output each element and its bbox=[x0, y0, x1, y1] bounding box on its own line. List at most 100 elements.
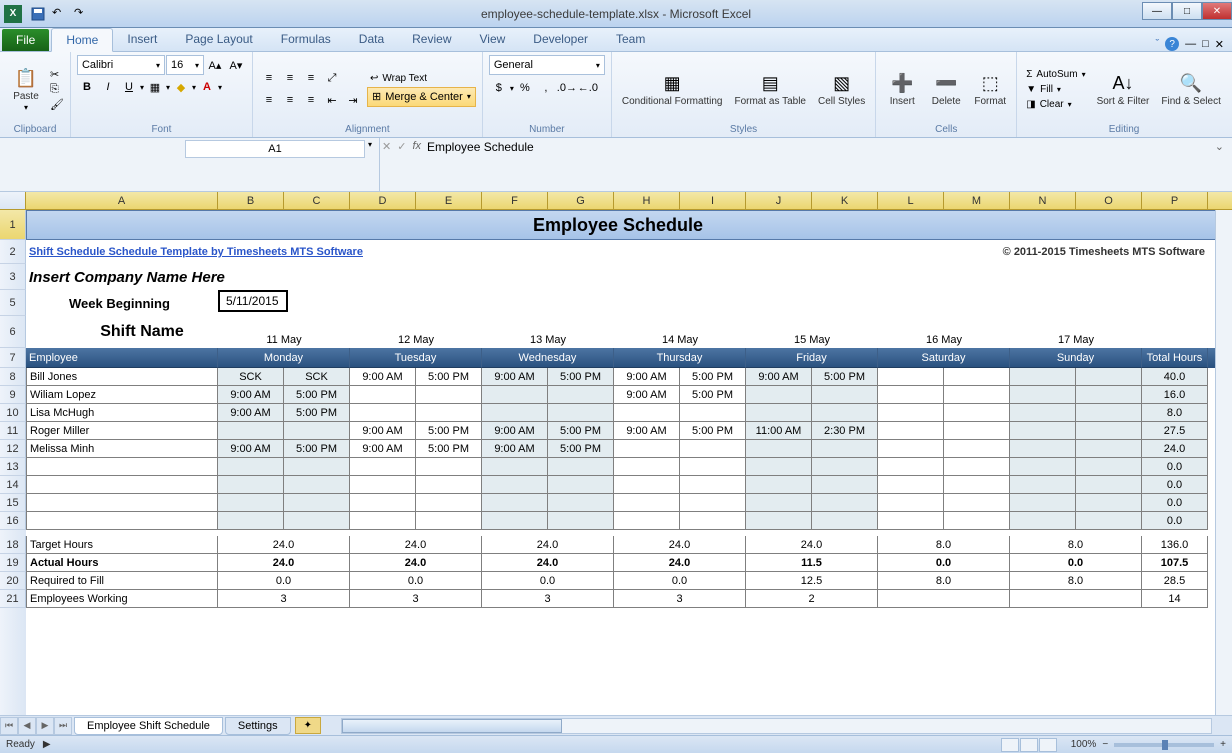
cell[interactable] bbox=[944, 422, 1010, 440]
format-cells-button[interactable]: ⬚Format bbox=[970, 56, 1010, 122]
cell[interactable] bbox=[218, 476, 284, 494]
cell[interactable]: Lisa McHugh bbox=[26, 404, 218, 422]
cell[interactable] bbox=[1076, 386, 1142, 404]
cell[interactable]: Bill Jones bbox=[26, 368, 218, 386]
cell[interactable] bbox=[416, 494, 482, 512]
cell[interactable]: 2:30 PM bbox=[812, 422, 878, 440]
select-all-button[interactable] bbox=[0, 192, 26, 209]
delete-cells-button[interactable]: ➖Delete bbox=[926, 56, 966, 122]
zoom-level[interactable]: 100% bbox=[1071, 739, 1097, 750]
cell[interactable]: 9:00 AM bbox=[614, 386, 680, 404]
bold-button[interactable]: B bbox=[77, 77, 97, 97]
percent-icon[interactable]: % bbox=[515, 78, 535, 98]
grow-font-icon[interactable]: A▴ bbox=[205, 55, 225, 75]
cell[interactable]: 5:00 PM bbox=[548, 440, 614, 458]
col-header-L[interactable]: L bbox=[878, 192, 944, 209]
cell[interactable] bbox=[614, 404, 680, 422]
cell[interactable]: SCK bbox=[218, 368, 284, 386]
cell[interactable] bbox=[350, 386, 416, 404]
cell[interactable]: 5:00 PM bbox=[548, 422, 614, 440]
sort-filter-button[interactable]: A↓Sort & Filter bbox=[1093, 56, 1154, 122]
row-header-21[interactable]: 21 bbox=[0, 590, 26, 608]
col-header-D[interactable]: D bbox=[350, 192, 416, 209]
cell[interactable]: 0.0 bbox=[350, 572, 482, 590]
cell[interactable]: 9:00 AM bbox=[614, 422, 680, 440]
cell[interactable]: 40.0 bbox=[1142, 368, 1208, 386]
cell[interactable] bbox=[944, 404, 1010, 422]
cell[interactable] bbox=[746, 512, 812, 530]
template-link[interactable]: Shift Schedule Schedule Template by Time… bbox=[29, 246, 363, 258]
cell[interactable]: Thursday bbox=[614, 348, 746, 368]
cell[interactable]: 3 bbox=[350, 590, 482, 608]
cell[interactable] bbox=[944, 494, 1010, 512]
row-header-7[interactable]: 7 bbox=[0, 348, 26, 368]
cell[interactable] bbox=[1076, 458, 1142, 476]
cell[interactable] bbox=[878, 494, 944, 512]
cell[interactable]: 14 May bbox=[614, 316, 746, 348]
decrease-decimal-icon[interactable]: ←.0 bbox=[578, 78, 598, 98]
row-header-10[interactable]: 10 bbox=[0, 404, 26, 422]
cell[interactable] bbox=[482, 386, 548, 404]
cell[interactable] bbox=[1010, 590, 1142, 608]
cell[interactable] bbox=[746, 440, 812, 458]
cell[interactable] bbox=[746, 476, 812, 494]
cell[interactable] bbox=[812, 512, 878, 530]
cell[interactable]: 8.0 bbox=[1010, 572, 1142, 590]
maximize-button[interactable]: □ bbox=[1172, 2, 1202, 20]
cell[interactable]: 9:00 AM bbox=[614, 368, 680, 386]
cell[interactable]: 12 May bbox=[350, 316, 482, 348]
cell[interactable] bbox=[680, 404, 746, 422]
cell[interactable] bbox=[350, 404, 416, 422]
cell[interactable]: Roger Miller bbox=[26, 422, 218, 440]
cell[interactable] bbox=[878, 458, 944, 476]
clear-button[interactable]: ◨Clear▾ bbox=[1023, 98, 1088, 111]
cell[interactable]: Shift Name bbox=[26, 316, 218, 348]
cell[interactable] bbox=[746, 494, 812, 512]
cell[interactable] bbox=[218, 512, 284, 530]
cell[interactable] bbox=[878, 440, 944, 458]
cell[interactable] bbox=[680, 512, 746, 530]
cell[interactable]: 24.0 bbox=[746, 536, 878, 554]
enter-formula-icon[interactable]: ✓ bbox=[397, 140, 406, 153]
macro-icon[interactable]: ▶ bbox=[43, 739, 51, 750]
cell[interactable] bbox=[1142, 316, 1208, 348]
col-header-E[interactable]: E bbox=[416, 192, 482, 209]
cell[interactable] bbox=[878, 386, 944, 404]
cell[interactable] bbox=[680, 494, 746, 512]
prev-sheet-icon[interactable]: ◀ bbox=[18, 717, 36, 735]
row-header-11[interactable]: 11 bbox=[0, 422, 26, 440]
row-header-2[interactable]: 2 bbox=[0, 240, 26, 264]
cell[interactable]: 3 bbox=[614, 590, 746, 608]
cell[interactable]: 24.0 bbox=[218, 554, 350, 572]
cell[interactable]: Week Beginning bbox=[66, 290, 218, 316]
cell[interactable] bbox=[1076, 512, 1142, 530]
cell[interactable]: 9:00 AM bbox=[746, 368, 812, 386]
cell[interactable]: 16 May bbox=[878, 316, 1010, 348]
cell[interactable]: 9:00 AM bbox=[482, 368, 548, 386]
cell[interactable]: 9:00 AM bbox=[350, 440, 416, 458]
cell[interactable] bbox=[878, 590, 1010, 608]
cell[interactable]: 0.0 bbox=[1142, 512, 1208, 530]
font-name-select[interactable]: Calibri▾ bbox=[77, 55, 165, 75]
cell[interactable]: Insert Company Name Here bbox=[26, 264, 1208, 290]
cell[interactable] bbox=[26, 290, 66, 316]
cell[interactable] bbox=[284, 494, 350, 512]
row-header-8[interactable]: 8 bbox=[0, 368, 26, 386]
cell[interactable] bbox=[746, 404, 812, 422]
normal-view-icon[interactable] bbox=[1001, 738, 1019, 752]
cell[interactable] bbox=[1010, 494, 1076, 512]
cell[interactable] bbox=[878, 512, 944, 530]
align-top-icon[interactable]: ≡ bbox=[259, 68, 279, 88]
window-close-icon[interactable]: ✕ bbox=[1215, 38, 1224, 51]
cell[interactable]: SCK bbox=[284, 368, 350, 386]
cell[interactable] bbox=[218, 422, 284, 440]
cell[interactable]: Sunday bbox=[1010, 348, 1142, 368]
cell[interactable]: 0.0 bbox=[1142, 494, 1208, 512]
cell[interactable] bbox=[350, 476, 416, 494]
cell[interactable]: 3 bbox=[218, 590, 350, 608]
cell[interactable] bbox=[746, 458, 812, 476]
cell[interactable]: 16.0 bbox=[1142, 386, 1208, 404]
copy-icon[interactable]: ⎘ bbox=[50, 83, 64, 96]
cell[interactable] bbox=[944, 368, 1010, 386]
format-painter-icon[interactable]: 🖌 bbox=[50, 98, 64, 111]
